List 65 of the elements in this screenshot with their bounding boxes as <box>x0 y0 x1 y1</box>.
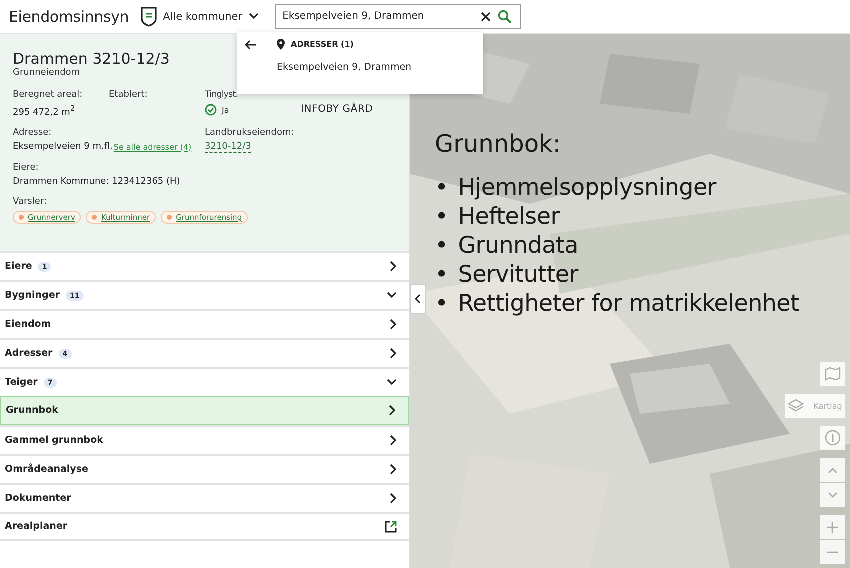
section-label: Eiere <box>5 261 32 272</box>
compass-icon <box>824 430 840 446</box>
field-label: Adresse: <box>13 128 52 139</box>
section-label: Bygninger <box>5 290 60 301</box>
section-label: Grunnbok <box>6 405 58 416</box>
field-label: Landbrukseiendom: <box>205 128 294 139</box>
farm-property-link[interactable]: 3210-12/3 <box>205 142 252 153</box>
section-label: Dokumenter <box>5 493 72 504</box>
field-label: Tinglyst. <box>205 90 238 101</box>
collapse-panel-button[interactable] <box>410 284 426 314</box>
search-icon[interactable] <box>498 10 512 24</box>
bullet-marker: • <box>435 232 448 261</box>
field-value: Drammen Kommune: 123412365 (H) <box>13 177 180 187</box>
search-field[interactable]: Eksempelveien 9, Drammen <box>274 4 521 29</box>
all-addresses-link[interactable]: Se alle adresser (4) <box>114 142 192 152</box>
shield-icon <box>141 6 158 26</box>
overlay-bullet: Rettigheter for matrikkelenhet <box>458 290 800 319</box>
property-type: Grunneiendom <box>13 68 80 78</box>
field-label: Beregnet areal: <box>13 90 83 101</box>
search-result[interactable]: Eksempelveien 9, Drammen <box>277 62 412 73</box>
overlay-bullet: Heftelser <box>458 203 560 232</box>
chevron-left-icon <box>415 294 421 304</box>
municipality-selector[interactable]: Alle kommuner <box>141 6 259 26</box>
field-label: Varsler: <box>13 197 47 208</box>
section-label: Gammel grunnbok <box>5 435 104 446</box>
external-link-icon <box>385 520 397 532</box>
field-label: Etablert: <box>109 90 148 101</box>
zoom-in-button[interactable] <box>820 515 845 539</box>
back-arrow-icon[interactable] <box>245 40 257 50</box>
chevron-up-icon <box>828 466 838 474</box>
plus-icon <box>827 522 838 532</box>
zoom-out-button[interactable] <box>820 540 845 564</box>
pin-icon <box>277 39 285 50</box>
overlay-bullet: Hjemmelsopplysninger <box>458 174 716 203</box>
property-title: Drammen 3210-12/3 <box>13 50 170 68</box>
tilt-up-button[interactable] <box>820 458 845 482</box>
bullet-marker: • <box>435 261 448 290</box>
results-group-label: ADRESSER (1) <box>291 40 354 49</box>
section-label: Arealplaner <box>5 521 68 532</box>
overlay-bullet: Servitutter <box>458 261 578 290</box>
field-value: Ja <box>222 106 230 114</box>
chevron-down-icon <box>248 13 259 20</box>
chevron-down-icon <box>828 492 838 498</box>
bullet-marker: • <box>435 203 448 232</box>
field-label: Eiere: <box>13 163 39 174</box>
section-label: Teiger <box>5 377 38 388</box>
section-label: Eiendom <box>5 319 52 330</box>
layers-icon <box>788 399 804 413</box>
clear-icon[interactable] <box>480 12 491 22</box>
bullet-marker: • <box>435 174 448 203</box>
field-value: 295 472,2 m$^{2}$ <box>13 104 76 118</box>
overlay-bullet: Grunndata <box>458 232 578 261</box>
map-icon <box>824 367 840 381</box>
bullet-marker: • <box>435 290 448 319</box>
section-label: Områdeanalyse <box>5 464 88 475</box>
app-title: Eiendomsinnsyn <box>9 8 130 26</box>
field-value: INFOBY GÅRD <box>301 104 374 115</box>
overlay-heading: Grunnbok: <box>435 130 561 158</box>
section-label: Adresser <box>5 348 53 359</box>
compass-button[interactable] <box>820 426 845 450</box>
field-value: Eksempelveien 9 m.fl. <box>13 142 113 152</box>
map-button[interactable] <box>820 362 845 386</box>
tilt-down-button[interactable] <box>820 483 845 507</box>
section-row[interactable]: Grunnbok <box>0 396 409 425</box>
section-row[interactable]: Arealplaner <box>0 512 409 541</box>
